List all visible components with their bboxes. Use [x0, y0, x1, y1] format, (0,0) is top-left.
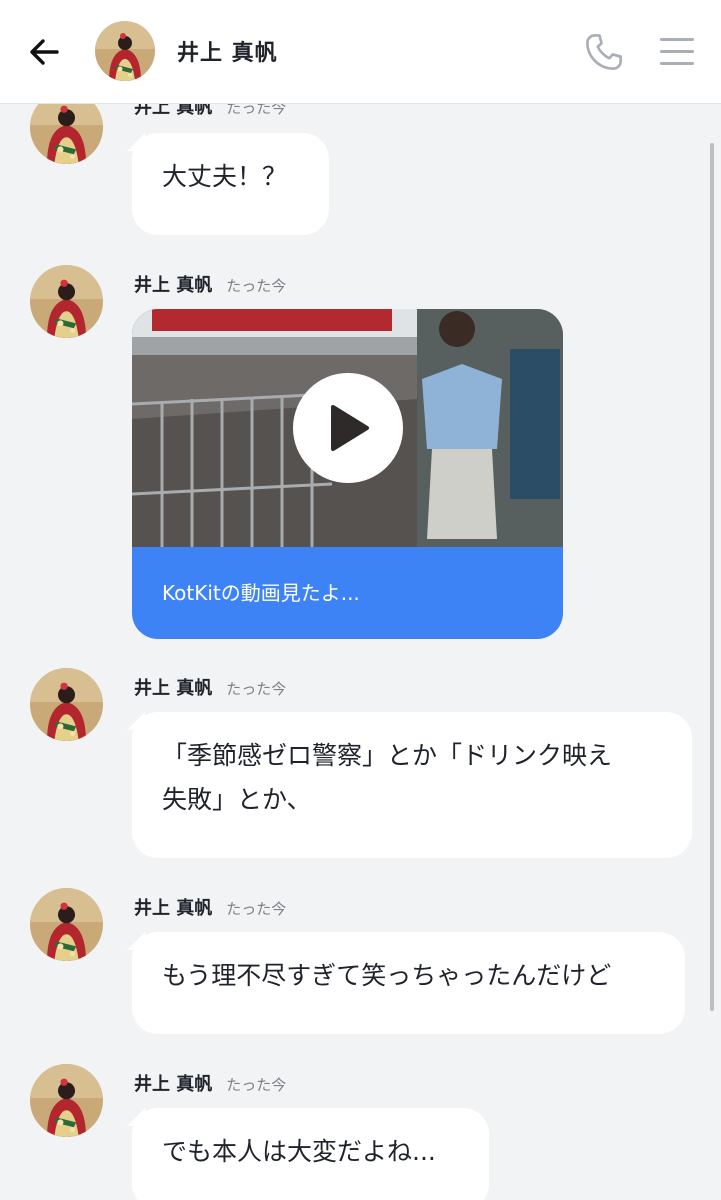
avatar[interactable]: [30, 1064, 103, 1137]
back-button[interactable]: [22, 30, 66, 74]
sender-name: 井上 真帆: [134, 678, 213, 699]
message-bubble[interactable]: でも本人は大変だよね...: [132, 1108, 489, 1200]
timestamp: たった今: [226, 277, 287, 295]
message-bubble[interactable]: 「季節感ゼロ警察」とか「ドリンク映え 失敗」とか、: [132, 712, 692, 858]
video-message[interactable]: KotKitの動画見たよ...: [132, 309, 563, 639]
timestamp: たった今: [226, 103, 287, 117]
avatar[interactable]: [30, 265, 103, 338]
message-text-line: 失敗」とか、: [162, 785, 312, 814]
timestamp: たった今: [226, 1076, 287, 1094]
message-bubble[interactable]: 大丈夫！？: [132, 133, 329, 235]
message-text: もう理不尽すぎて笑っちゃったんだけど: [162, 961, 612, 990]
scrollbar[interactable]: [710, 143, 714, 1011]
timestamp: たった今: [226, 900, 287, 918]
avatar[interactable]: [30, 103, 103, 164]
message-list[interactable]: 井上 真帆 たった今 大丈夫！？ 井上 真帆 たった今 KotKitの動画見たよ…: [0, 103, 721, 1200]
call-button[interactable]: [580, 28, 628, 76]
play-button[interactable]: [293, 373, 403, 483]
avatar[interactable]: [95, 21, 155, 81]
phone-icon: [586, 34, 622, 70]
message-text: 大丈夫！？: [162, 162, 288, 191]
message-text: でも本人は大変だよね...: [162, 1137, 436, 1166]
sender-name: 井上 真帆: [134, 1074, 213, 1095]
message-bubble[interactable]: もう理不尽すぎて笑っちゃったんだけど: [132, 932, 685, 1034]
sender-name: 井上 真帆: [134, 103, 213, 118]
sender-name: 井上 真帆: [134, 275, 213, 296]
timestamp: たった今: [226, 680, 287, 698]
hamburger-menu-icon: [660, 37, 694, 41]
video-caption: KotKitの動画見たよ...: [162, 581, 360, 605]
arrow-left-icon: [30, 39, 59, 65]
chat-header: 井上 真帆: [0, 0, 721, 104]
play-icon: [331, 405, 369, 451]
message-text-line: 「季節感ゼロ警察」とか「ドリンク映え: [162, 741, 613, 770]
menu-button[interactable]: [656, 30, 698, 72]
page-title: 井上 真帆: [177, 41, 278, 66]
avatar[interactable]: [30, 668, 103, 741]
avatar[interactable]: [30, 888, 103, 961]
sender-name: 井上 真帆: [134, 898, 213, 919]
